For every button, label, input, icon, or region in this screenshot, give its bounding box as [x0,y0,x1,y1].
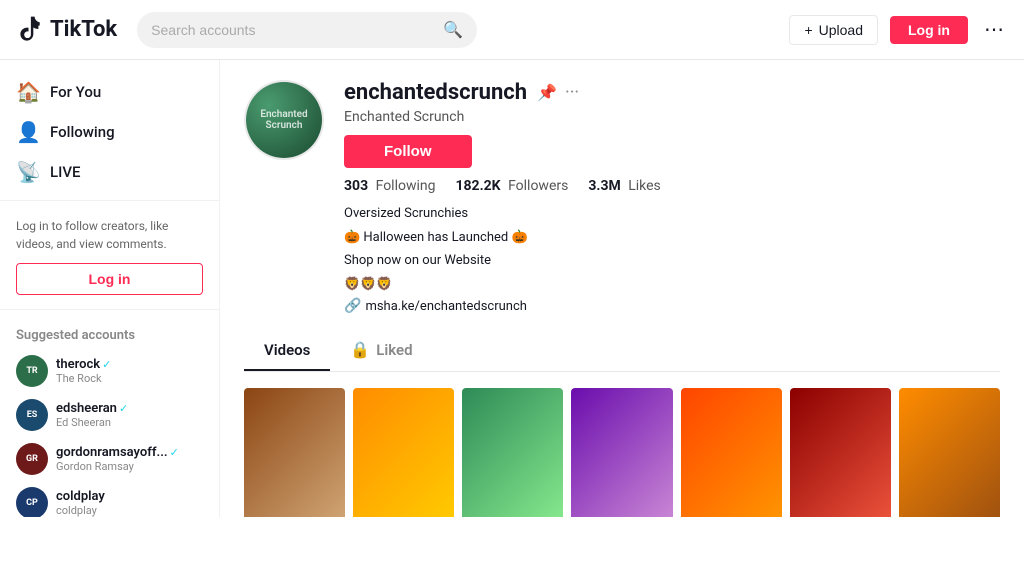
upload-button[interactable]: + Upload [789,15,878,45]
verified-badge-gordonramsay: ✓ [170,446,179,459]
video-thumb-7[interactable]: ▶ 1696 HALLOWEEN HAS LAU... [899,388,1000,517]
suggested-sub-therock: The Rock [56,372,111,385]
profile-link-text: msha.ke/enchantedscrunch [365,299,526,314]
video-thumb-5[interactable]: ▶ 2502 Zombie brains in your h... [681,388,782,517]
tiktok-logo-icon [16,16,44,44]
following-count: 303 [344,178,368,194]
video-thumb-1[interactable]: ▶ 742 And this is why my siste... [244,388,345,517]
avatar-edsheeran: ES [16,399,48,431]
stat-following: 303 Following [344,178,435,194]
tab-liked-label: Liked [376,341,412,359]
sidebar-item-live[interactable]: 📡 LIVE [0,152,219,192]
suggested-accounts-title: Suggested accounts [0,318,219,349]
pin-icon: 📌 [537,83,557,102]
sidebar-label-live: LIVE [50,163,81,181]
bio-line-1: Oversized Scrunchies [344,204,1000,224]
suggested-account-gordonramsay[interactable]: GR gordonramsayoff... ✓ Gordon Ramsay [0,437,219,481]
sidebar-item-for-you[interactable]: 🏠 For You [0,72,219,112]
profile-info: enchantedscrunch 📌 ··· Enchanted Scrunch… [344,80,1000,314]
avatar-gordonramsay: GR [16,443,48,475]
profile-action-icons: 📌 ··· [537,82,579,103]
bio-line-3: Shop now on our Website [344,251,1000,271]
link-icon: 🔗 [344,298,361,314]
tab-liked[interactable]: 🔒 Liked [330,330,432,371]
logo-text: TikTok [50,17,117,42]
video-thumbnail-2 [353,388,454,517]
video-thumbnail-4 [571,388,672,517]
video-thumbnail-1 [244,388,345,517]
suggested-name-edsheeran: edsheeran [56,401,117,416]
stat-followers: 182.2K Followers [455,178,568,194]
more-dots-icon[interactable]: ··· [565,82,579,103]
video-thumb-4[interactable]: ▶ 11.5K Chill your hot beans ove... [571,388,672,517]
suggested-name-therock: therock [56,357,100,372]
tab-videos[interactable]: Videos [244,330,330,371]
profile-external-link[interactable]: 🔗 msha.ke/enchantedscrunch [344,298,1000,314]
video-thumbnail-7 [899,388,1000,517]
lock-icon: 🔒 [350,340,370,359]
sidebar-login-button[interactable]: Log in [16,263,203,295]
search-input[interactable] [151,22,435,38]
header: TikTok 🔍 + Upload Log in ⋯ [0,0,1024,60]
following-icon: 👤 [16,120,40,144]
plus-icon: + [804,22,812,38]
likes-label: Likes [628,178,661,194]
search-bar: 🔍 [137,12,477,48]
sidebar-divider [0,200,219,201]
profile-name-row: enchantedscrunch 📌 ··· [344,80,1000,105]
profile-avatar-inner: EnchantedScrunch [246,82,322,158]
video-thumb-3[interactable]: ▶ 3010 Gotta love Halloween ti... [462,388,563,517]
stat-likes: 3.3M Likes [588,178,660,194]
tab-videos-label: Videos [264,341,310,359]
search-icon: 🔍 [443,20,463,39]
suggested-name-gordonramsay: gordonramsayoff... [56,445,168,460]
verified-badge-therock: ✓ [102,358,111,371]
video-thumbnail-6 [790,388,891,517]
profile-username: enchantedscrunch [344,80,527,105]
suggested-name-coldplay: coldplay [56,489,105,504]
avatar-coldplay: CP [16,487,48,517]
logo-link[interactable]: TikTok [16,16,117,44]
video-grid: ▶ 742 And this is why my siste... ▶ 821 … [244,388,1000,517]
profile-avatar: EnchantedScrunch [244,80,324,160]
bio-line-2: 🎃 Halloween has Launched 🎃 [344,228,1000,248]
header-right: + Upload Log in ⋯ [789,13,1008,46]
header-login-button[interactable]: Log in [890,16,968,44]
followers-count: 182.2K [455,178,500,194]
main-layout: 🏠 For You 👤 Following 📡 LIVE Log in to f… [0,60,1024,517]
profile-stats: 303 Following 182.2K Followers 3.3M Like… [344,178,1000,194]
likes-count: 3.3M [588,178,620,194]
sidebar: 🏠 For You 👤 Following 📡 LIVE Log in to f… [0,60,220,517]
main-content: EnchantedScrunch enchantedscrunch 📌 ··· … [220,60,1024,517]
sidebar-label-for-you: For You [50,83,101,101]
live-icon: 📡 [16,160,40,184]
profile-tabs: Videos 🔒 Liked [244,330,1000,372]
video-thumb-6[interactable]: ▶ 1843 All of your orders today ... [790,388,891,517]
verified-badge-edsheeran: ✓ [119,402,128,415]
sidebar-item-following[interactable]: 👤 Following [0,112,219,152]
profile-display-name: Enchanted Scrunch [344,109,1000,125]
following-label: Following [376,178,436,194]
suggested-sub-edsheeran: Ed Sheeran [56,416,128,429]
follow-button[interactable]: Follow [344,135,472,168]
suggested-sub-gordonramsay: Gordon Ramsay [56,460,179,473]
video-thumbnail-5 [681,388,782,517]
home-icon: 🏠 [16,80,40,104]
upload-label: Upload [819,22,863,38]
suggested-account-edsheeran[interactable]: ES edsheeran ✓ Ed Sheeran [0,393,219,437]
profile-header: EnchantedScrunch enchantedscrunch 📌 ··· … [244,80,1000,314]
video-thumbnail-3 [462,388,563,517]
sidebar-login-prompt: Log in to follow creators, like videos, … [0,209,219,257]
suggested-account-coldplay[interactable]: CP coldplay coldplay [0,481,219,517]
sidebar-divider-2 [0,309,219,310]
more-options-button[interactable]: ⋯ [980,13,1008,46]
avatar-therock: TR [16,355,48,387]
suggested-sub-coldplay: coldplay [56,504,105,517]
sidebar-label-following: Following [50,123,115,141]
followers-label: Followers [508,178,568,194]
suggested-account-therock[interactable]: TR therock ✓ The Rock [0,349,219,393]
video-thumb-2[interactable]: ▶ 821 Almost favorite time of t... [353,388,454,517]
bio-line-4: 🦁🦁🦁 [344,275,1000,295]
